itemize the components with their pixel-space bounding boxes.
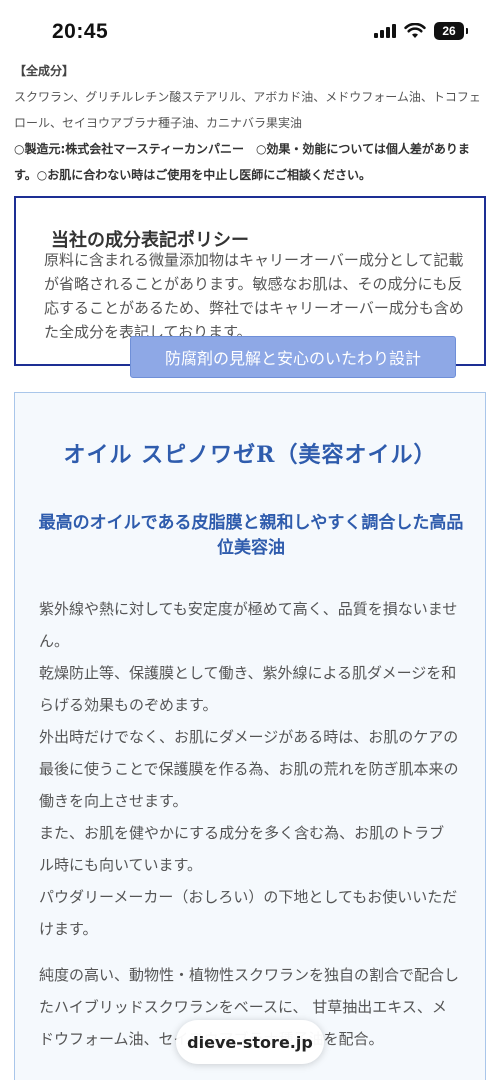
battery-icon: 26	[434, 22, 468, 40]
product-paragraph: また、お肌を健やかにする成分を多く含む為、お肌のトラブル時にも向いています。	[39, 824, 445, 874]
battery-level: 26	[442, 24, 456, 38]
product-subtitle: 最高のオイルである皮脂膜と親和しやすく調合した高品位美容油	[38, 513, 464, 558]
address-bar[interactable]: dieve-store.jp	[176, 1020, 324, 1064]
signal-icon	[374, 24, 396, 38]
product-card: オイル スピノワゼR（美容オイル） 最高のオイルである皮脂膜と親和しやすく調合し…	[14, 392, 486, 1080]
policy-text: 原料に含まれる微量添加物はキャリーオーバー成分として記載が省略されることがありま…	[44, 251, 464, 341]
url-text: dieve-store.jp	[187, 1032, 313, 1052]
product-paragraph: 紫外線や熱に対しても安定度が極めて高く、品質を損ないません。	[39, 600, 458, 650]
ingredients-section: 【全成分】 スクワラン、グリチルレチン酸ステアリル、アボカド油、メドウフォーム油…	[14, 58, 486, 188]
status-icons: 26	[374, 22, 468, 40]
status-time: 20:45	[52, 20, 109, 43]
ingredients-heading: 【全成分】	[14, 64, 75, 78]
product-paragraph: パウダリーメーカー（おしろい）の下地としてもお使いいただけます。	[39, 888, 458, 938]
product-paragraph: 乾燥防止等、保護膜として働き、紫外線による肌ダメージを和らげる効果ものぞめます。	[39, 664, 457, 714]
product-title: オイル スピノワゼR（美容オイル）	[63, 442, 437, 468]
product-paragraph: 外出時だけでなく、お肌にダメージがある時は、お肌のケアの最後に使うことで保護膜を…	[39, 728, 459, 810]
preservative-tab-button[interactable]: 防腐剤の見解と安心のいたわり設計	[130, 336, 456, 378]
product-description: 紫外線や熱に対しても安定度が極めて高く、品質を損ないません。 乾燥防止等、保護膜…	[39, 593, 459, 945]
ingredients-list: スクワラン、グリチルレチン酸ステアリル、アボカド油、メドウフォーム油、トコフェロ…	[14, 90, 481, 130]
status-bar: 20:45 26	[0, 0, 500, 58]
wifi-icon	[404, 23, 426, 38]
ingredients-note: ○製造元:株式会社マースティーカンパニー ○効果・効能については個人差があります…	[14, 142, 470, 182]
